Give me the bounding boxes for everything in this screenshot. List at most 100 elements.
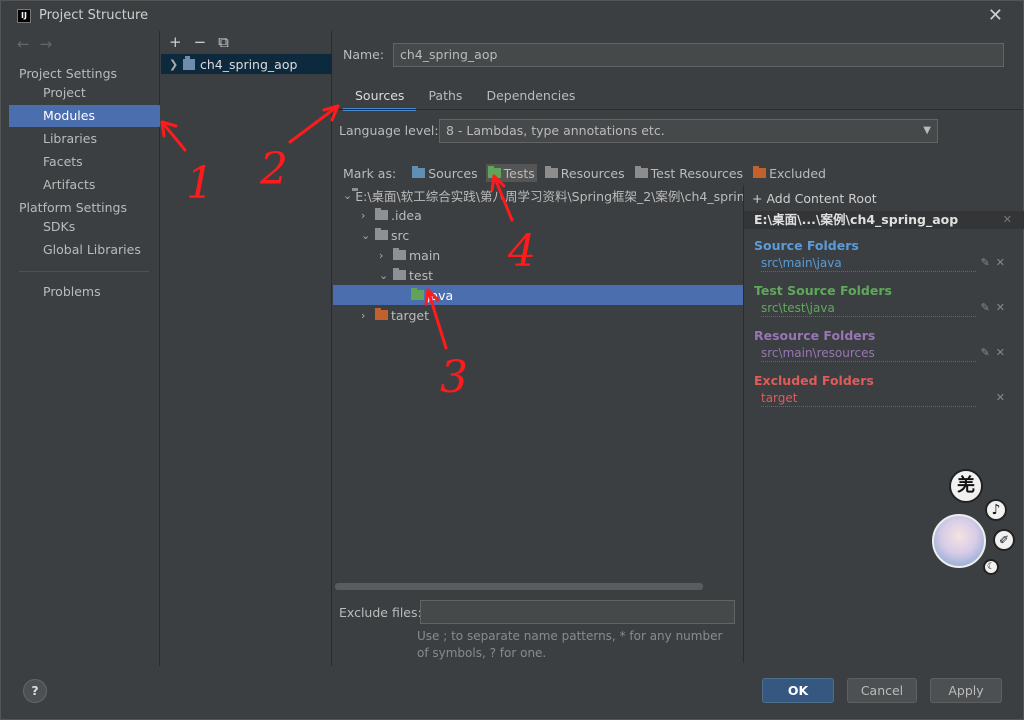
language-level-select[interactable]: 8 - Lambdas, type annotations etc. ▼: [439, 119, 938, 143]
project-settings-header: Project Settings: [19, 66, 118, 81]
tree-node-label: src: [391, 227, 410, 243]
help-button[interactable]: ?: [23, 679, 47, 703]
add-content-root-button[interactable]: + Add Content Root: [752, 191, 877, 206]
nav-item-libraries[interactable]: Libraries: [9, 128, 160, 150]
mark-tests-label: Tests: [503, 165, 535, 181]
folder-icon: [393, 248, 406, 260]
chevron-down-icon[interactable]: ⌄: [343, 189, 352, 202]
nav-item-project[interactable]: Project: [9, 82, 160, 104]
module-name-input[interactable]: ch4_spring_aop: [393, 43, 1004, 67]
edit-icon[interactable]: ✎: [981, 301, 996, 314]
copy-module-icon[interactable]: ⧉: [218, 33, 241, 51]
tab-dependencies[interactable]: Dependencies: [474, 85, 587, 111]
mark-as-toolbar: Mark as: Sources Tests Resources Test Re…: [343, 164, 834, 182]
annotation-2: 2: [260, 144, 288, 195]
excluded-folders-header: Excluded Folders: [754, 373, 874, 388]
mark-as-label: Mark as:: [343, 165, 397, 181]
mark-tests-button[interactable]: Tests: [485, 164, 537, 182]
cancel-button[interactable]: Cancel: [847, 678, 917, 703]
content-root-header: E:\桌面\...\案例\ch4_spring_aop ✕: [744, 211, 1024, 229]
tests-folder-icon: [487, 166, 501, 178]
resources-folder-icon: [544, 166, 558, 178]
window-title: Project Structure: [39, 8, 149, 23]
close-icon[interactable]: ✕: [988, 5, 1003, 26]
tree-node[interactable]: ⌄ E:\桌面\软工综合实践\第八周学习资料\Spring框架_2\案例\ch4_…: [333, 185, 743, 205]
nav-item-problems[interactable]: Problems: [9, 281, 160, 303]
tab-paths[interactable]: Paths: [416, 85, 474, 111]
tree-node-label: .idea: [391, 207, 422, 223]
name-label: Name:: [343, 47, 385, 62]
folder-icon: [375, 208, 388, 220]
back-arrow-icon[interactable]: ←: [17, 35, 40, 53]
tree-node[interactable]: › target: [333, 305, 743, 325]
chevron-right-icon[interactable]: ❯: [169, 58, 183, 71]
ok-button[interactable]: OK: [762, 678, 834, 703]
horizontal-scrollbar[interactable]: [335, 583, 703, 590]
chevron-right-icon[interactable]: ›: [361, 309, 375, 322]
nav-item-modules[interactable]: Modules: [9, 105, 160, 127]
excluded-folder-path: target: [761, 391, 976, 407]
tree-node[interactable]: › .idea: [333, 205, 743, 225]
source-folder-path: src\main\java: [761, 256, 976, 272]
tree-node[interactable]: java: [333, 285, 743, 305]
avatar[interactable]: [932, 514, 986, 568]
edit-icon[interactable]: ✎: [981, 256, 996, 269]
nav-item-facets[interactable]: Facets: [9, 151, 160, 173]
test-source-folder-path: src\test\java: [761, 301, 976, 317]
music-note-icon[interactable]: ♪: [985, 499, 1007, 521]
exclude-files-label: Exclude files:: [339, 605, 422, 620]
folder-icon: [375, 308, 388, 320]
remove-icon[interactable]: ✕: [996, 346, 1011, 359]
resource-folders-header: Resource Folders: [754, 328, 876, 343]
module-detail-pane: Name: ch4_spring_aop Sources Paths Depen…: [333, 31, 1024, 666]
language-level-value: 8 - Lambdas, type annotations etc.: [446, 123, 665, 138]
content-root-path: E:\桌面\...\案例\ch4_spring_aop: [754, 212, 959, 227]
module-item[interactable]: ❯ ch4_spring_aop: [161, 54, 332, 74]
exclude-files-input[interactable]: [420, 600, 735, 624]
module-folder-icon: [183, 55, 195, 70]
remove-icon[interactable]: ✕: [996, 256, 1011, 269]
tree-node-label: main: [409, 247, 441, 263]
remove-icon[interactable]: ✕: [996, 301, 1011, 314]
remove-module-icon[interactable]: −: [194, 33, 219, 51]
mark-resources-label: Resources: [560, 165, 625, 181]
tree-node-label: test: [409, 267, 434, 283]
tree-node[interactable]: ⌄ src: [333, 225, 743, 245]
exclude-files-hint: Use ; to separate name patterns, * for a…: [417, 629, 723, 660]
apply-button[interactable]: Apply: [930, 678, 1002, 703]
mark-sources-button[interactable]: Sources: [410, 164, 479, 182]
badge-character[interactable]: 羌: [949, 469, 983, 503]
chevron-right-icon[interactable]: ›: [379, 249, 393, 262]
nav-item-sdks[interactable]: SDKs: [9, 216, 160, 238]
tree-node[interactable]: ⌄ test: [333, 265, 743, 285]
mark-excluded-label: Excluded: [769, 165, 826, 181]
mark-sources-label: Sources: [428, 165, 478, 181]
mark-excluded-button[interactable]: Excluded: [751, 164, 828, 182]
source-folder-actions: ✎✕: [981, 256, 1011, 269]
chevron-down-icon: ▼: [923, 125, 931, 136]
chevron-down-icon[interactable]: ⌄: [379, 269, 393, 282]
chevron-right-icon[interactable]: ›: [361, 209, 375, 222]
tab-sources[interactable]: Sources: [343, 85, 417, 111]
annotation-1: 1: [186, 158, 214, 209]
remove-root-icon[interactable]: ✕: [1003, 211, 1012, 229]
floating-assistant-widget[interactable]: 羌 ♪ ✐ ☾: [929, 469, 1019, 579]
mark-test-resources-button[interactable]: Test Resources: [633, 164, 745, 182]
chevron-down-icon[interactable]: ⌄: [361, 229, 375, 242]
nav-item-artifacts[interactable]: Artifacts: [9, 174, 160, 196]
module-tabs: Sources Paths Dependencies: [343, 85, 587, 111]
tree-node[interactable]: › main: [333, 245, 743, 265]
edit-icon[interactable]: ✎: [981, 346, 996, 359]
test-resources-folder-icon: [634, 166, 648, 178]
pin-icon[interactable]: ✐: [993, 529, 1015, 551]
add-module-icon[interactable]: +: [169, 33, 194, 51]
mark-resources-button[interactable]: Resources: [543, 164, 627, 182]
source-folders-header: Source Folders: [754, 238, 859, 253]
moon-icon[interactable]: ☾: [983, 559, 999, 575]
remove-icon[interactable]: ✕: [996, 391, 1011, 404]
forward-arrow-icon[interactable]: →: [40, 35, 63, 53]
module-toolbar: +−⧉: [169, 33, 241, 51]
resource-folder-actions: ✎✕: [981, 346, 1011, 359]
content-root-tree: ⌄ E:\桌面\软工综合实践\第八周学习资料\Spring框架_2\案例\ch4_…: [333, 185, 743, 585]
nav-item-global-libraries[interactable]: Global Libraries: [9, 239, 160, 261]
